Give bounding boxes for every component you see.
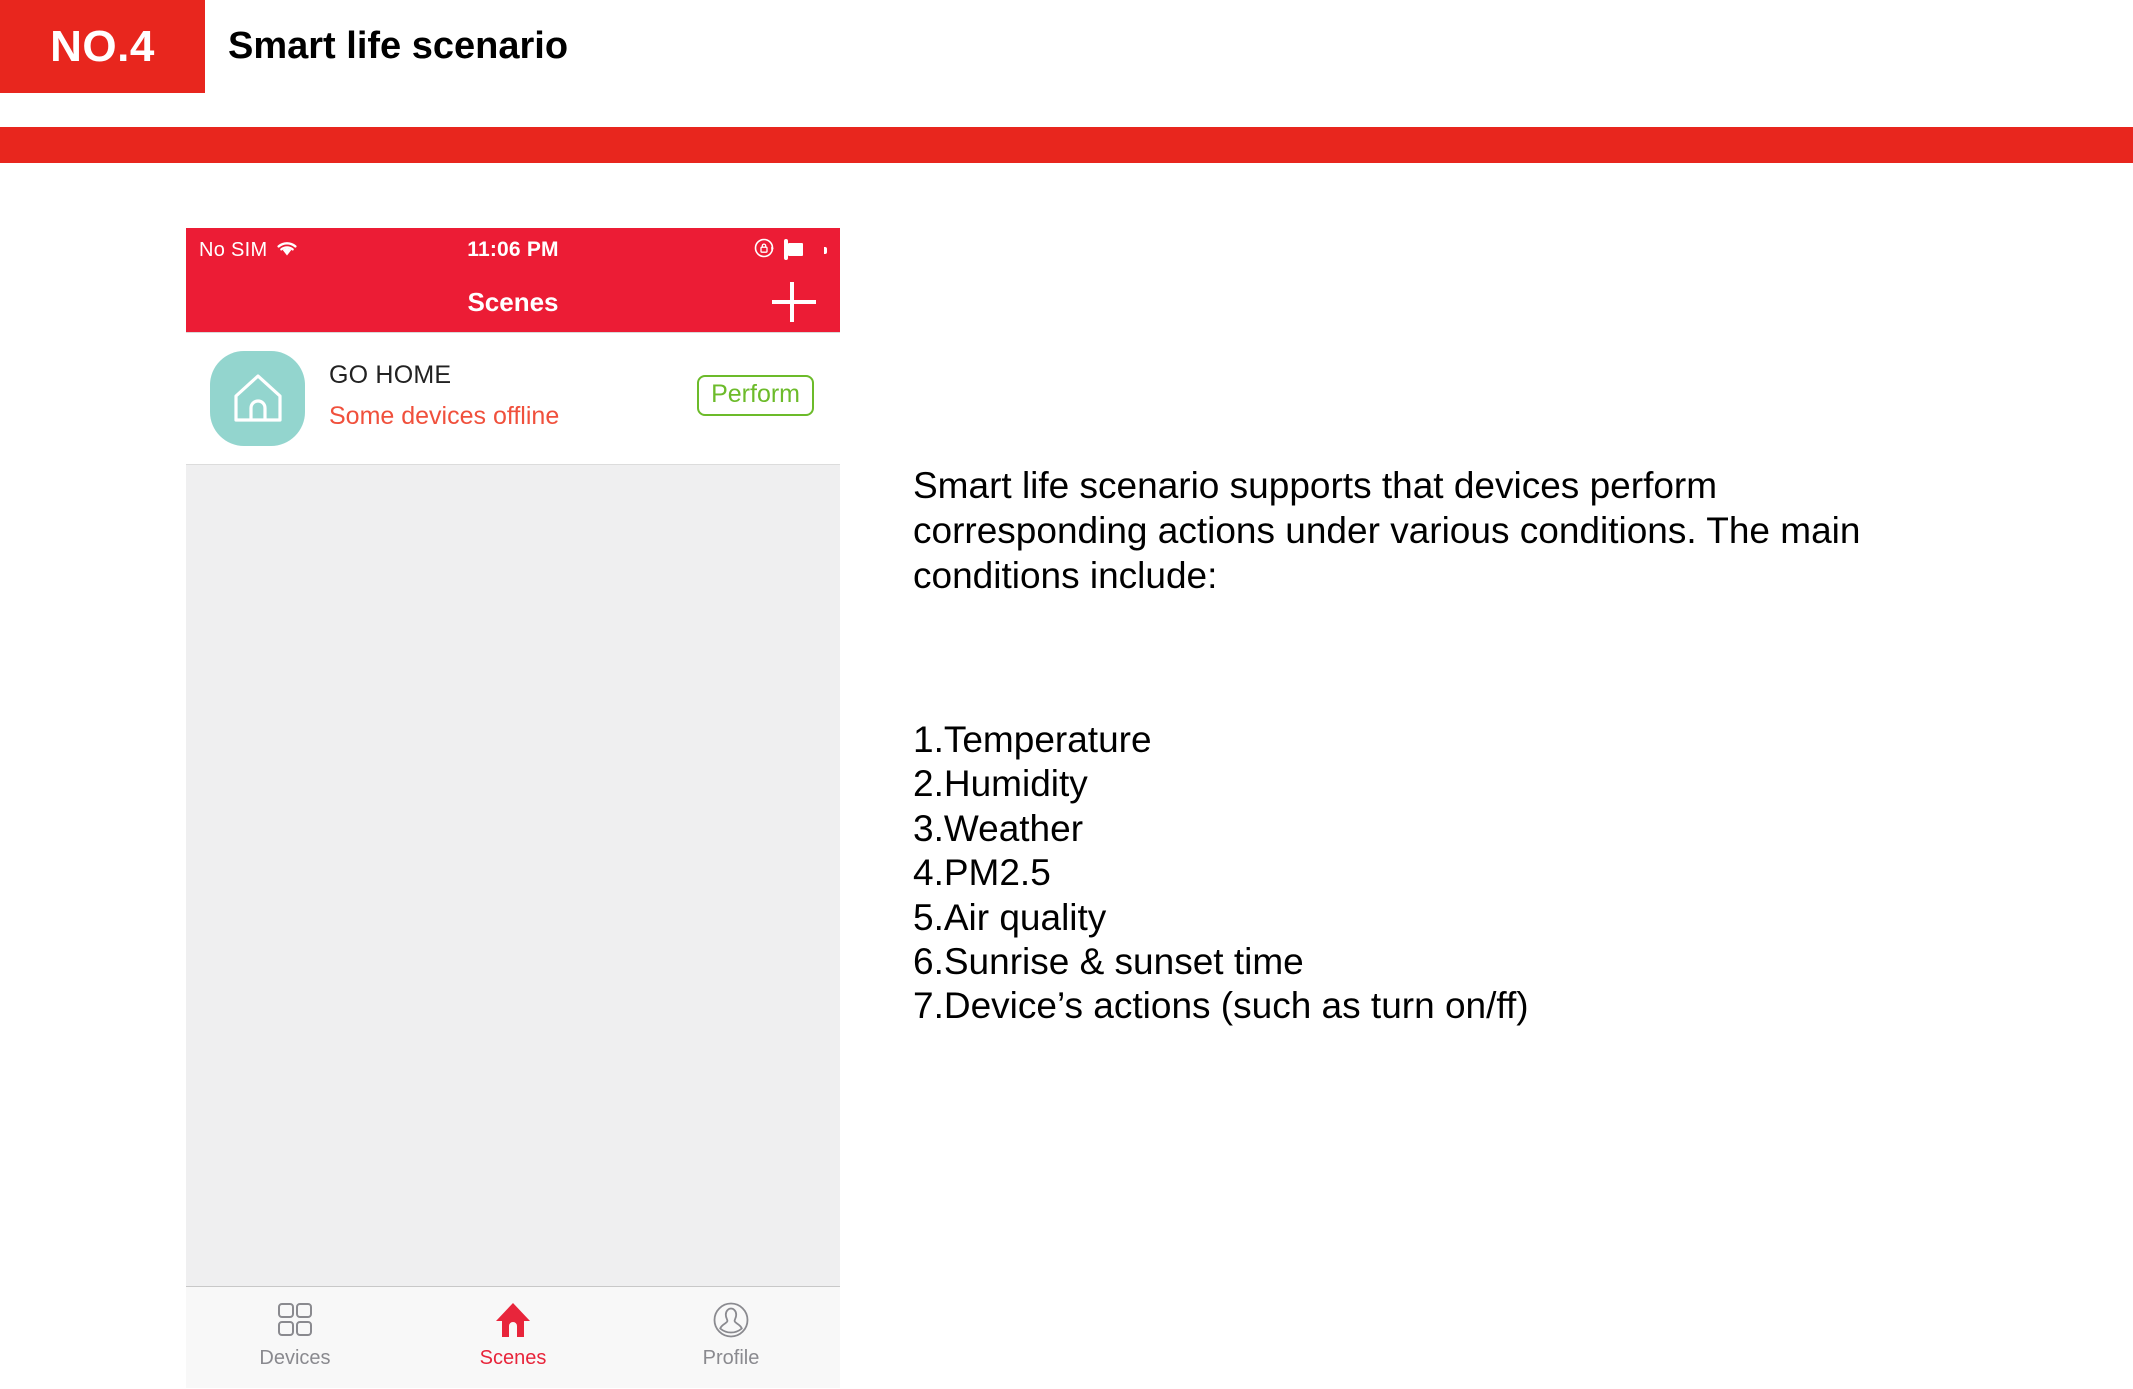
add-scene-button[interactable] (770, 278, 818, 326)
tab-devices[interactable]: Devices (186, 1287, 404, 1388)
house-filled-icon (493, 1298, 533, 1342)
clock-label: 11:06 PM (467, 238, 559, 261)
status-bar-right (753, 228, 828, 272)
phone-status-bar: No SIM 11:06 PM (186, 228, 840, 272)
list-item: 2.Humidity (913, 763, 1088, 805)
scene-list-empty-area (186, 465, 840, 1287)
house-icon (210, 351, 305, 446)
description-paragraph: Smart life scenario supports that device… (913, 465, 1861, 597)
slide-number-label: NO.4 (50, 21, 155, 71)
tab-profile[interactable]: Profile (622, 1287, 840, 1388)
list-item: 6.Sunrise & sunset time (913, 940, 1304, 982)
conditions-list: 1.Temperature 2.Humidity 3.Weather 4.PM2… (913, 718, 1923, 1029)
list-item[interactable]: GO HOME Some devices offline Perform (186, 333, 840, 465)
tab-label-devices: Devices (259, 1347, 331, 1369)
scene-list: GO HOME Some devices offline Perform (186, 333, 840, 465)
nav-title: Scenes (467, 286, 559, 317)
list-item: 7.Device’s actions (such as turn on/ff) (913, 985, 1529, 1027)
list-item: 1.Temperature (913, 719, 1152, 760)
list-item: 5.Air quality (913, 896, 1107, 938)
slide-header: NO.4 Smart life scenario (0, 0, 2133, 93)
person-circle-icon (711, 1298, 751, 1342)
battery-icon (784, 238, 828, 260)
phone-mockup: No SIM 11:06 PM Scenes GO HOME Some devi… (186, 228, 840, 1389)
grid-icon (276, 1298, 314, 1342)
tab-label-scenes: Scenes (479, 1347, 547, 1369)
tab-scenes[interactable]: Scenes (404, 1287, 622, 1388)
phone-tab-bar: Devices Scenes Profile (186, 1287, 840, 1388)
header-divider-bar (0, 127, 2133, 163)
scene-name: GO HOME (329, 361, 452, 389)
status-bar-center: 11:06 PM (186, 228, 840, 272)
list-item: 4.PM2.5 (913, 852, 1051, 894)
tab-label-profile: Profile (702, 1347, 760, 1369)
phone-nav-bar: Scenes (186, 272, 840, 333)
description-block: Smart life scenario supports that device… (913, 463, 1923, 598)
rotation-lock-icon (753, 237, 775, 264)
status-badge: Some devices offline (329, 402, 560, 430)
perform-button[interactable]: Perform (697, 375, 814, 416)
page-title: Smart life scenario (228, 25, 569, 67)
list-item: 3.Weather (913, 807, 1084, 849)
scene-text-group: GO HOME Some devices offline (329, 361, 559, 431)
slide-number-badge: NO.4 (0, 0, 205, 93)
